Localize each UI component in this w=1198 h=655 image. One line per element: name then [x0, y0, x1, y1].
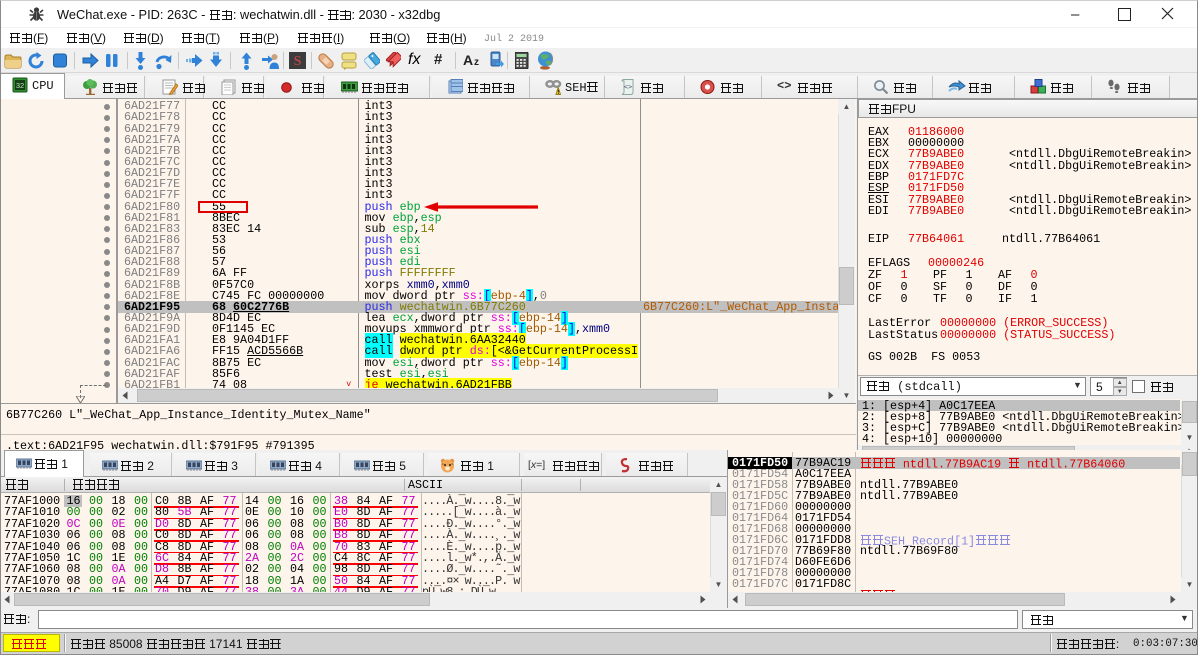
svg-text:S: S: [294, 54, 302, 69]
svg-text:32: 32: [16, 81, 24, 90]
svg-text:<>: <>: [624, 83, 632, 91]
